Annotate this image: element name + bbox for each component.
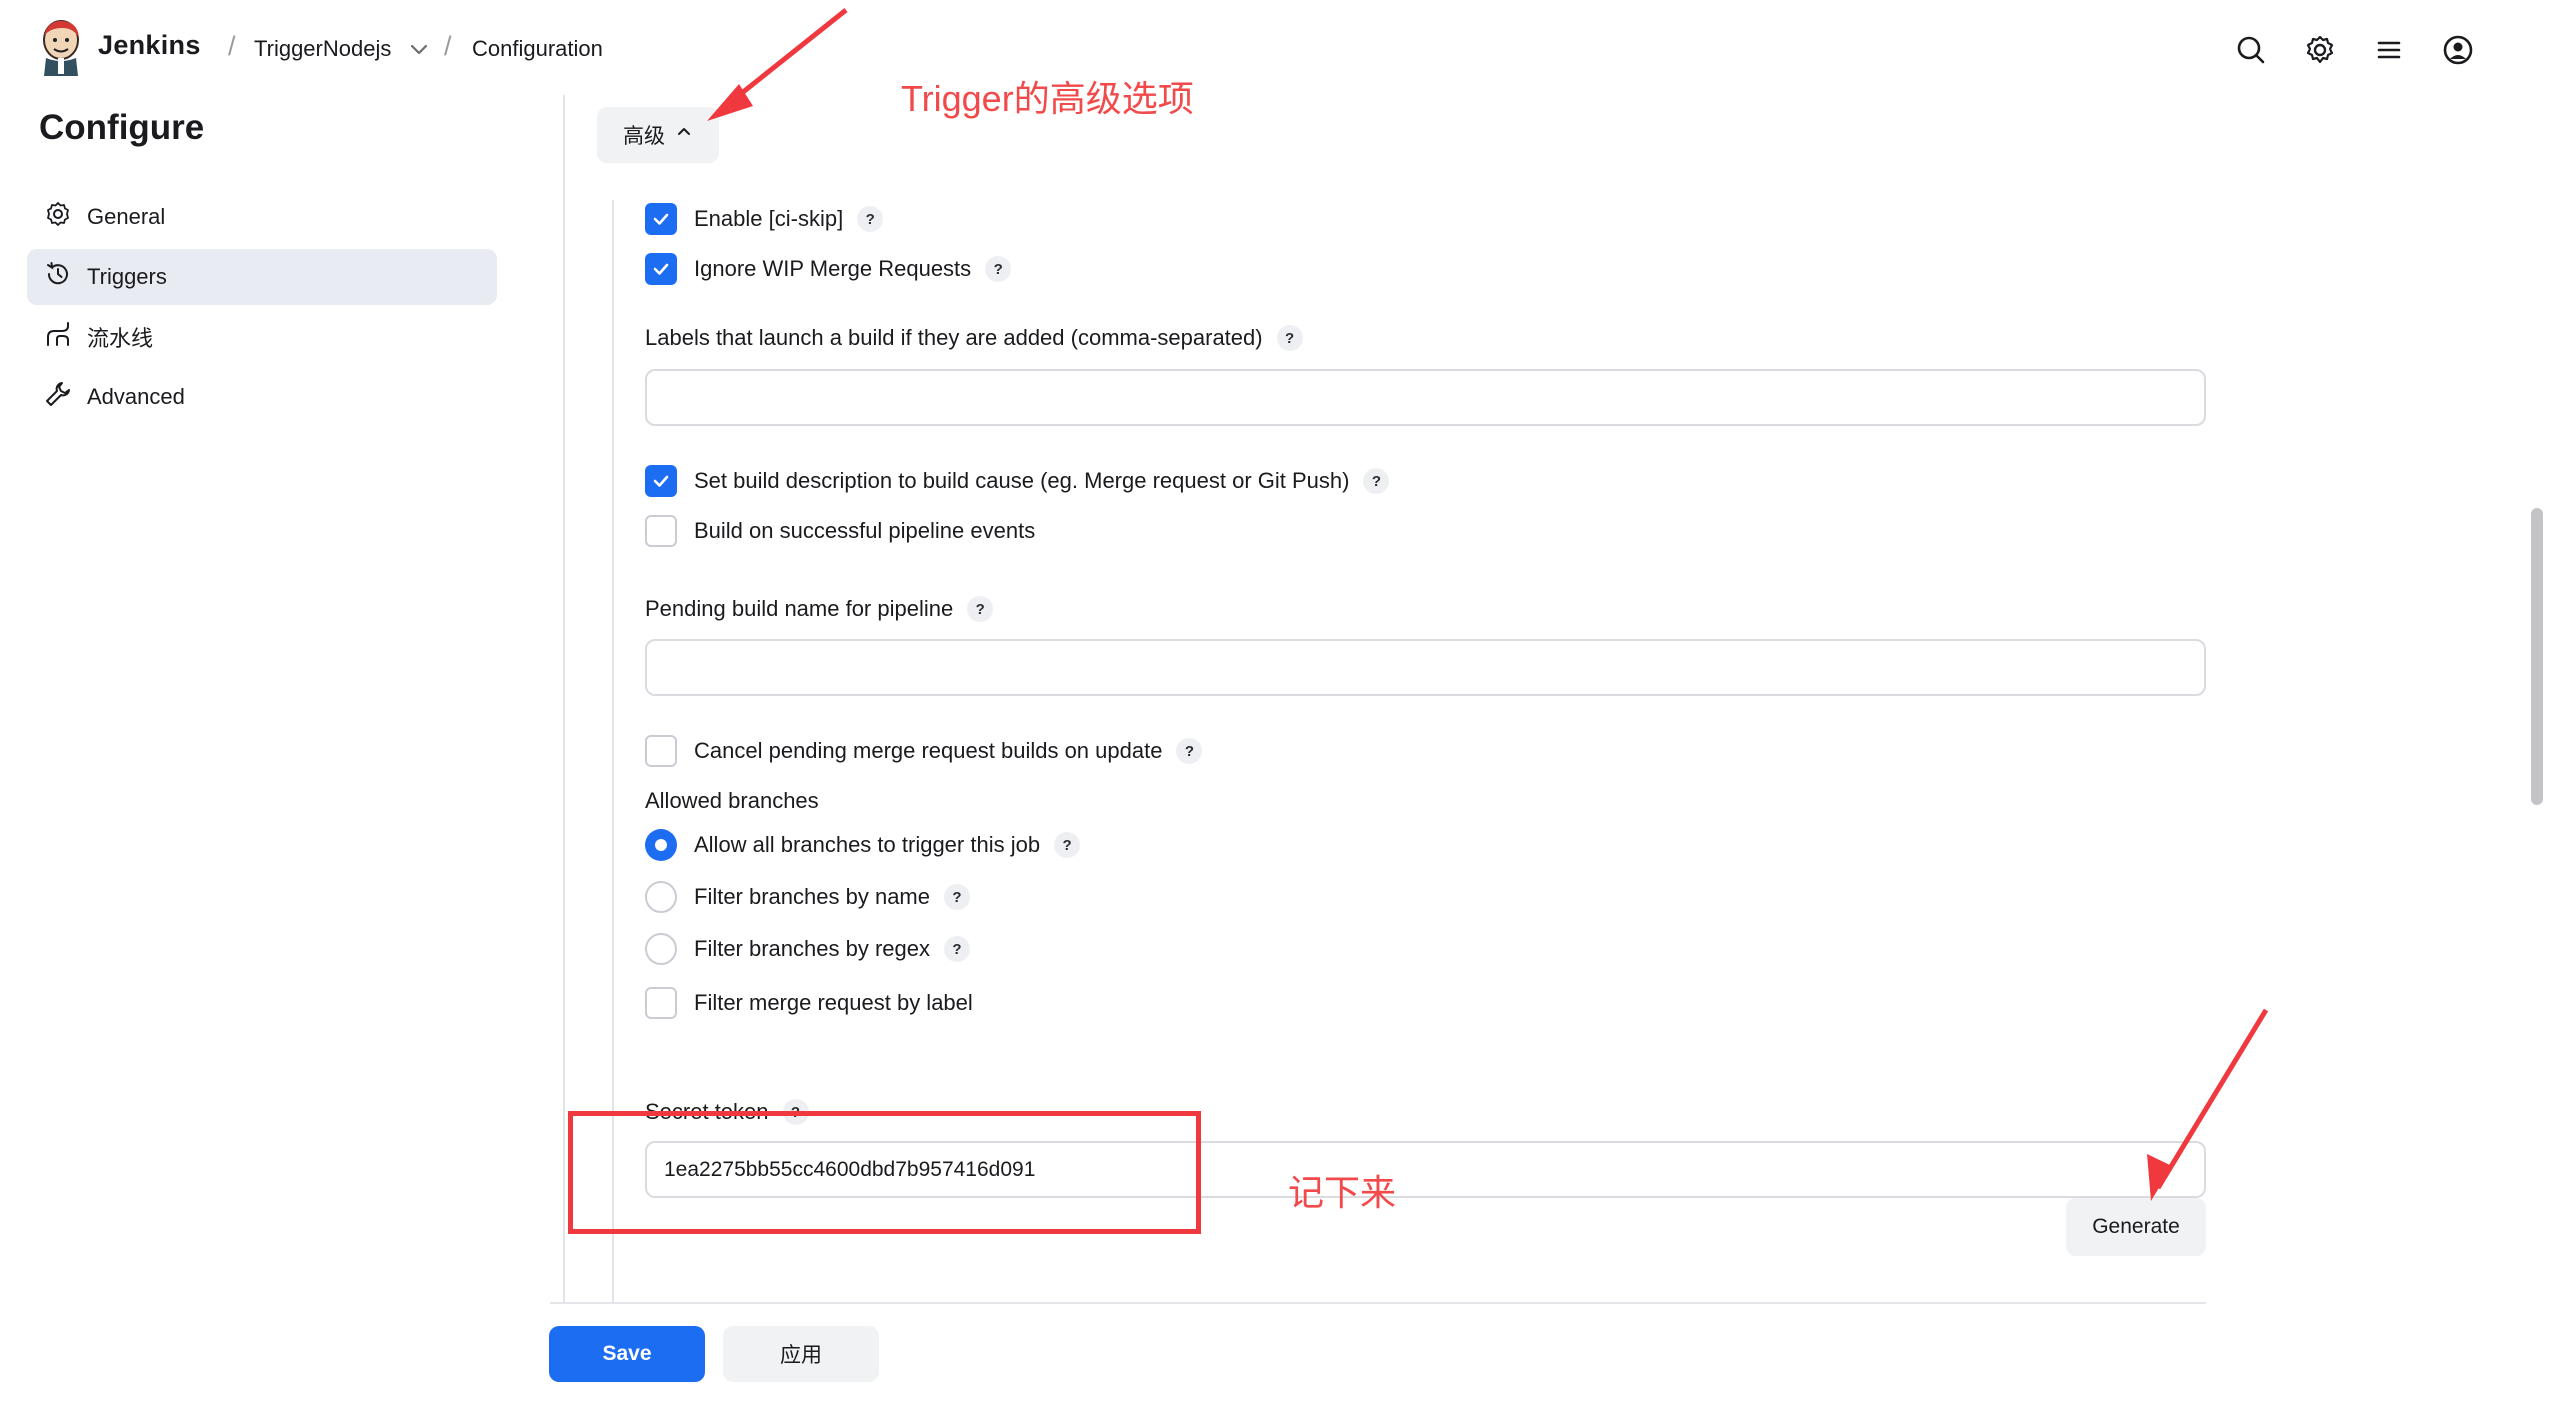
annotation-token-note: 记下来 <box>1288 1172 1397 1213</box>
annotation-arrow-generate <box>2155 1008 2269 1190</box>
annotation-arrows <box>707 8 2269 1201</box>
annotation-token-box <box>568 1111 1201 1234</box>
annotation-trigger-note: Trigger的高级选项 <box>901 78 1194 119</box>
